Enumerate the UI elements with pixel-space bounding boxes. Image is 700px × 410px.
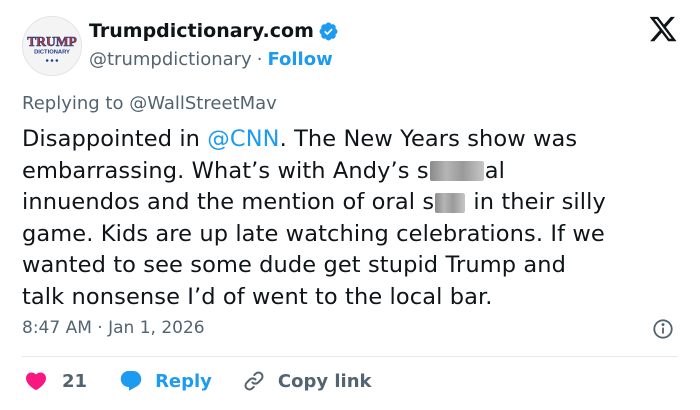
avatar[interactable]: TRUMP DICTIONARY — [22, 16, 82, 76]
censor-blur — [435, 192, 466, 213]
replying-to: Replying to @WallStreetMav — [22, 93, 277, 114]
reply-button[interactable]: Reply — [119, 369, 212, 393]
action-bar: 21 Reply Copy link — [24, 369, 372, 393]
timestamp[interactable]: 8:47 AM · Jan 1, 2026 — [22, 318, 205, 338]
trumpdictionary-logo: TRUMP DICTIONARY — [23, 17, 81, 75]
tweet-text-segment: innuendos and the mention of oral s — [22, 189, 435, 215]
like-button[interactable]: 21 — [24, 369, 87, 393]
tweet-line: talk nonsense I’d of went to the local b… — [22, 283, 493, 310]
tweet-text-segment: in their silly — [466, 189, 606, 215]
tweet-line: Disappointed in @CNN. The New Years show… — [22, 124, 687, 156]
info-icon[interactable] — [652, 318, 674, 340]
replying-to-mention[interactable]: @WallStreetMav — [129, 93, 277, 114]
replying-to-prefix: Replying to — [22, 93, 130, 114]
handle-row: @trumpdictionary · Follow — [89, 49, 333, 70]
reply-label: Reply — [155, 370, 212, 392]
tweet-line: embarrassing. What’s with Andy’s s al — [22, 156, 687, 188]
logo-top-text: TRUMP — [27, 34, 77, 49]
tweet-text-segment: Disappointed in — [22, 126, 208, 152]
tweet-text-segment: al — [484, 157, 505, 184]
copy-link-label: Copy link — [277, 370, 372, 392]
display-name[interactable]: Trumpdictionary.com — [89, 20, 314, 42]
divider — [22, 356, 678, 357]
link-icon — [244, 371, 264, 391]
follow-button[interactable]: Follow — [267, 49, 332, 70]
handle[interactable]: @trumpdictionary — [89, 49, 252, 70]
tweet-text: Disappointed in @CNN. The New Years show… — [22, 124, 687, 313]
heart-icon — [25, 372, 47, 391]
copy-link-button[interactable]: Copy link — [242, 369, 372, 393]
x-logo-icon[interactable] — [648, 14, 678, 44]
logo-bottom-text: DICTIONARY — [34, 50, 70, 56]
cnn-mention-link[interactable]: @CNN — [207, 126, 279, 152]
censor-blur — [429, 161, 484, 181]
tweet-line: wanted to see some dude get stupid Trump… — [22, 252, 566, 278]
verified-badge-icon — [318, 21, 339, 42]
reply-bubble-icon — [120, 371, 142, 391]
handle-separator: · — [256, 49, 263, 70]
tweet-text-segment: embarrassing. What’s with Andy’s s — [22, 157, 429, 184]
author-name-row: Trumpdictionary.com — [89, 20, 339, 42]
tweet-text-segment: . The New Years show was — [279, 126, 578, 152]
tweet-line: game. Kids are up late watching celebrat… — [22, 220, 605, 247]
tweet-line: innuendos and the mention of oral s in t… — [22, 187, 687, 219]
like-count: 21 — [62, 370, 88, 392]
